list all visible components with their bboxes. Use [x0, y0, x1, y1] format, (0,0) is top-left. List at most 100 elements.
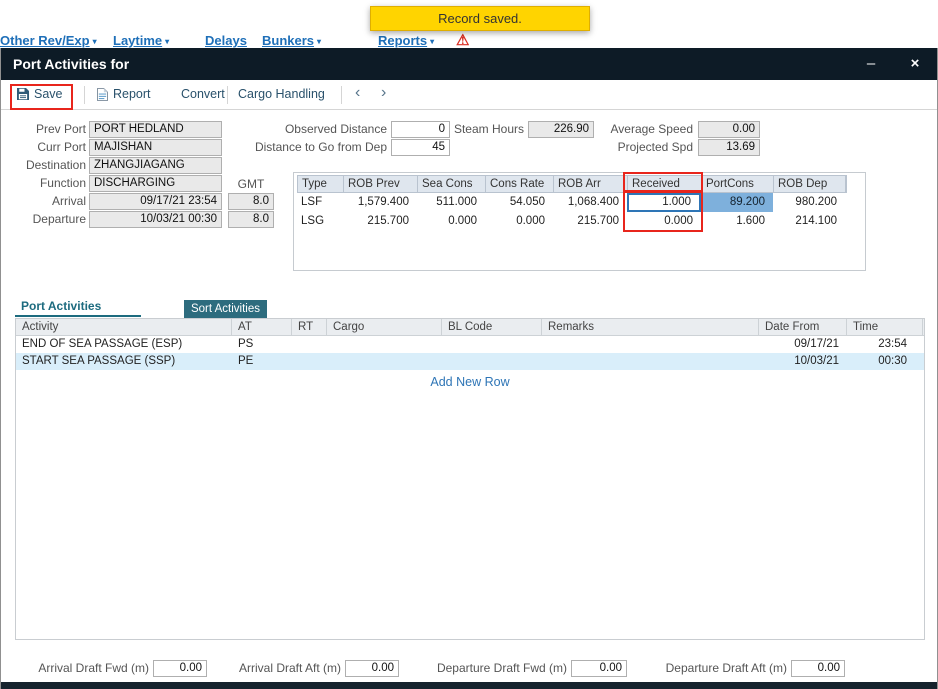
bunker-sea-cons-cell[interactable]: 0.000	[417, 212, 485, 231]
arrival-datetime-field[interactable]: 09/17/21 23:54	[89, 193, 222, 210]
gmt-arrival-field[interactable]: 8.0	[228, 193, 274, 210]
menu-other-rev-exp[interactable]: Other Rev/Exp▾	[0, 33, 97, 48]
activity-cargo-cell[interactable]	[327, 336, 442, 353]
convert-button[interactable]: Convert	[181, 87, 225, 101]
bunker-portcons-cell-selected[interactable]: 89.200	[701, 193, 773, 212]
bunkers-header-portcons[interactable]: PortCons	[702, 176, 774, 192]
bunker-portcons-cell[interactable]: 1.600	[701, 212, 773, 231]
activity-rt-cell[interactable]	[292, 353, 327, 370]
activity-bl-code-cell[interactable]	[442, 336, 542, 353]
activities-header-bl-code[interactable]: BL Code	[442, 319, 542, 335]
bunker-cons-rate-cell[interactable]: 54.050	[485, 193, 553, 212]
window-bottom-edge	[1, 682, 937, 689]
steam-hours-field[interactable]: 226.90	[528, 121, 594, 138]
activity-rt-cell[interactable]	[292, 336, 327, 353]
activity-at-cell[interactable]: PE	[232, 353, 292, 370]
activities-header-rt[interactable]: RT	[292, 319, 327, 335]
next-arrow-button[interactable]: ›	[381, 84, 386, 102]
bunker-cons-rate-cell[interactable]: 0.000	[485, 212, 553, 231]
activities-header-date-from[interactable]: Date From	[759, 319, 847, 335]
curr-port-field[interactable]: MAJISHAN	[89, 139, 222, 156]
departure-draft-fwd-field[interactable]: 0.00	[571, 660, 627, 677]
report-button[interactable]: Report	[97, 87, 151, 101]
activity-bl-code-cell[interactable]	[442, 353, 542, 370]
activities-header-remarks[interactable]: Remarks	[542, 319, 759, 335]
function-field[interactable]: DISCHARGING	[89, 175, 222, 192]
arrival-draft-fwd-label: Arrival Draft Fwd (m)	[31, 660, 149, 677]
distance-to-go-field[interactable]: 45	[391, 139, 450, 156]
arrival-label: Arrival	[7, 193, 86, 210]
bunkers-header-received[interactable]: Received	[628, 176, 702, 192]
bunker-rob-prev-cell[interactable]: 215.700	[343, 212, 417, 231]
chevron-down-icon: ▾	[317, 37, 321, 46]
activity-time-cell[interactable]: 00:30	[847, 353, 923, 370]
tab-sort-activities[interactable]: Sort Activities	[184, 300, 267, 318]
tab-port-activities[interactable]: Port Activities	[21, 299, 101, 313]
menu-reports[interactable]: Reports▾	[378, 33, 434, 48]
activity-cargo-cell[interactable]	[327, 353, 442, 370]
dialog-toolbar: Save Report Convert Cargo Handling	[1, 80, 937, 110]
prev-arrow-button[interactable]: ‹	[355, 84, 360, 102]
arrival-draft-aft-field[interactable]: 0.00	[345, 660, 399, 677]
bunker-rob-prev-cell[interactable]: 1,579.400	[343, 193, 417, 212]
report-label: Report	[113, 87, 151, 101]
projected-spd-field[interactable]: 13.69	[698, 139, 760, 156]
menu-delays[interactable]: Delays	[205, 33, 247, 48]
destination-field[interactable]: ZHANGJIAGANG	[89, 157, 222, 174]
save-icon	[17, 88, 29, 100]
activity-date-from-cell[interactable]: 09/17/21	[759, 336, 847, 353]
arrival-draft-fwd-field[interactable]: 0.00	[153, 660, 207, 677]
bunker-rob-dep-cell[interactable]: 980.200	[773, 193, 845, 212]
save-label: Save	[34, 87, 63, 101]
bunkers-header-rob-dep[interactable]: ROB Dep	[774, 176, 846, 192]
bunker-rob-dep-cell[interactable]: 214.100	[773, 212, 845, 231]
departure-datetime-field[interactable]: 10/03/21 00:30	[89, 211, 222, 228]
bunker-type-cell[interactable]: LSG	[297, 212, 343, 231]
observed-distance-field[interactable]: 0	[391, 121, 450, 138]
toolbar-separator	[84, 86, 85, 104]
bunker-rob-arr-cell[interactable]: 1,068.400	[553, 193, 627, 212]
bunkers-header-type[interactable]: Type	[298, 176, 344, 192]
save-button[interactable]: Save	[17, 87, 63, 101]
activity-row-ssp[interactable]: START SEA PASSAGE (SSP) PE 10/03/21 00:3…	[16, 353, 924, 370]
screen: Record saved. Other Rev/Exp▾ Laytime▾ De…	[0, 0, 938, 689]
activity-remarks-cell[interactable]	[542, 336, 759, 353]
activities-header-at[interactable]: AT	[232, 319, 292, 335]
bunkers-header-cons-rate[interactable]: Cons Rate	[486, 176, 554, 192]
menu-label: Delays	[205, 33, 247, 48]
bunker-sea-cons-cell[interactable]: 511.000	[417, 193, 485, 212]
activity-time-cell[interactable]: 23:54	[847, 336, 923, 353]
menu-laytime[interactable]: Laytime▾	[113, 33, 169, 48]
activity-row-esp[interactable]: END OF SEA PASSAGE (ESP) PS 09/17/21 23:…	[16, 336, 924, 353]
prev-port-label: Prev Port	[7, 121, 86, 138]
cargo-handling-button[interactable]: Cargo Handling	[238, 87, 325, 101]
activity-name-cell[interactable]: END OF SEA PASSAGE (ESP)	[16, 336, 232, 353]
port-activities-dialog: Port Activities for – × Save	[0, 48, 938, 689]
menu-bunkers[interactable]: Bunkers▾	[262, 33, 321, 48]
bunkers-header-rob-arr[interactable]: ROB Arr	[554, 176, 628, 192]
bunker-received-cell[interactable]: 0.000	[627, 212, 701, 231]
activity-name-cell[interactable]: START SEA PASSAGE (SSP)	[16, 353, 232, 370]
bunker-type-cell[interactable]: LSF	[297, 193, 343, 212]
departure-draft-aft-field[interactable]: 0.00	[791, 660, 845, 677]
prev-port-field[interactable]: PORT HEDLAND	[89, 121, 222, 138]
gmt-departure-field[interactable]: 8.0	[228, 211, 274, 228]
activities-header-time[interactable]: Time	[847, 319, 923, 335]
average-speed-field[interactable]: 0.00	[698, 121, 760, 138]
bunkers-header-rob-prev[interactable]: ROB Prev	[344, 176, 418, 192]
bunker-received-cell-focused[interactable]: 1.000	[627, 193, 701, 212]
activity-date-from-cell[interactable]: 10/03/21	[759, 353, 847, 370]
bunkers-table: Type ROB Prev Sea Cons Cons Rate ROB Arr…	[297, 175, 847, 231]
bunker-rob-arr-cell[interactable]: 215.700	[553, 212, 627, 231]
activity-at-cell[interactable]: PS	[232, 336, 292, 353]
toolbar-separator	[341, 86, 342, 104]
minimize-button[interactable]: –	[857, 48, 885, 80]
add-new-row-link[interactable]: Add New Row	[16, 375, 924, 389]
activities-header-cargo[interactable]: Cargo	[327, 319, 442, 335]
chevron-down-icon: ▾	[93, 37, 97, 46]
activities-header-activity[interactable]: Activity	[16, 319, 232, 335]
activity-remarks-cell[interactable]	[542, 353, 759, 370]
close-button[interactable]: ×	[901, 48, 929, 80]
bunkers-header-sea-cons[interactable]: Sea Cons	[418, 176, 486, 192]
departure-draft-aft-label: Departure Draft Aft (m)	[651, 660, 787, 677]
